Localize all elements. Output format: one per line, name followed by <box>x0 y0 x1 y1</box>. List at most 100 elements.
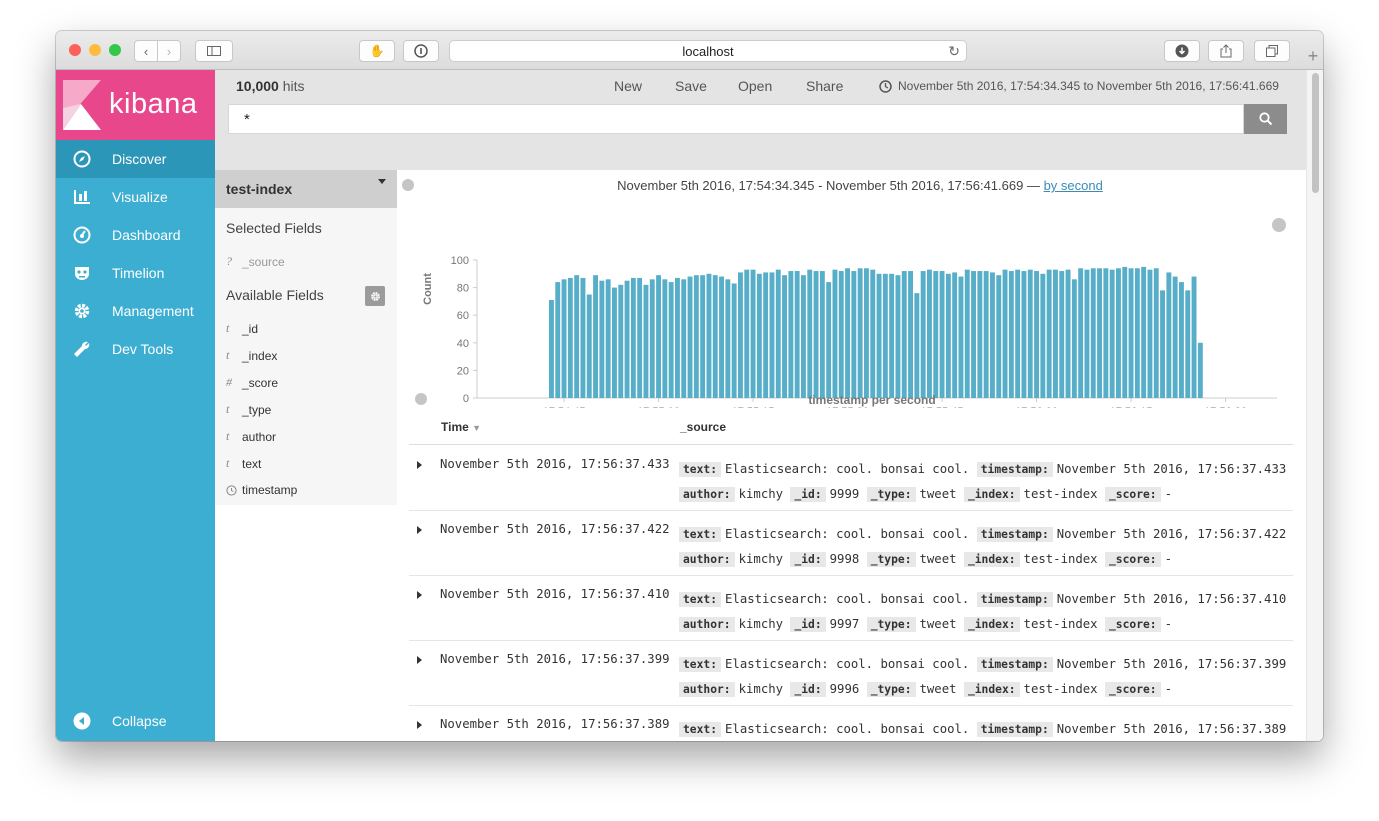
histogram-bar[interactable] <box>1015 269 1021 398</box>
histogram-bar[interactable] <box>1021 271 1027 398</box>
histogram-bar[interactable] <box>927 269 932 398</box>
nav-discover[interactable]: Discover <box>56 140 215 178</box>
address-bar[interactable]: localhost ↻ <box>449 40 967 62</box>
histogram-bar[interactable] <box>1059 271 1065 398</box>
histogram-bar[interactable] <box>656 275 661 398</box>
histogram-bar[interactable] <box>1071 279 1077 398</box>
histogram-bar[interactable] <box>826 282 832 398</box>
histogram-bar[interactable] <box>933 271 939 398</box>
histogram-bar[interactable] <box>782 275 787 398</box>
field-item[interactable]: t _index <box>226 348 277 363</box>
menu-new-link[interactable]: New <box>614 78 642 94</box>
histogram-bar[interactable] <box>1128 268 1134 398</box>
tabs-overview-button[interactable] <box>1254 40 1290 62</box>
histogram-bar[interactable] <box>725 279 731 398</box>
histogram-bar[interactable] <box>630 277 636 398</box>
histogram-bar[interactable] <box>1191 276 1197 398</box>
histogram-bar[interactable] <box>643 284 649 398</box>
histogram-bar[interactable] <box>801 275 806 398</box>
histogram-bar[interactable] <box>1008 271 1014 398</box>
histogram-bar[interactable] <box>882 273 888 398</box>
histogram-bar[interactable] <box>857 268 863 398</box>
histogram-bar[interactable] <box>914 293 920 398</box>
search-button[interactable] <box>1244 104 1287 134</box>
histogram-bar[interactable] <box>813 271 819 398</box>
collapse-histogram-button[interactable] <box>415 393 427 405</box>
histogram-bar[interactable] <box>693 275 699 398</box>
histogram-bar[interactable] <box>1179 282 1184 398</box>
histogram-bar[interactable] <box>1078 268 1084 398</box>
minimize-window-button[interactable] <box>89 44 101 56</box>
field-item[interactable]: t _id <box>226 321 258 336</box>
histogram-bar[interactable] <box>939 271 945 398</box>
histogram-bar[interactable] <box>1153 268 1159 398</box>
histogram-bar[interactable] <box>555 282 561 398</box>
info-extension-button[interactable] <box>403 40 439 62</box>
expand-row-caret-icon[interactable] <box>417 526 422 534</box>
histogram-bar[interactable] <box>1185 290 1191 398</box>
histogram-bar[interactable] <box>567 277 573 398</box>
histogram-bar[interactable] <box>738 272 743 398</box>
menu-save-link[interactable]: Save <box>675 78 707 94</box>
histogram-bar[interactable] <box>1116 268 1121 398</box>
histogram-bar[interactable] <box>958 276 964 398</box>
histogram-bar[interactable] <box>599 280 605 398</box>
histogram-bar[interactable] <box>580 277 586 398</box>
histogram-bar[interactable] <box>756 273 762 398</box>
histogram-bar[interactable] <box>605 279 611 398</box>
expand-row-caret-icon[interactable] <box>417 721 422 729</box>
histogram-bar[interactable] <box>1172 276 1178 398</box>
sidebar-toggle-button[interactable] <box>195 40 233 62</box>
histogram-bar[interactable] <box>895 275 901 398</box>
forward-button[interactable]: › <box>157 40 181 62</box>
histogram-bar[interactable] <box>681 279 687 398</box>
histogram-bar[interactable] <box>586 294 592 399</box>
histogram-bar[interactable] <box>637 277 643 398</box>
collapse-sidebar-button[interactable]: Collapse <box>56 702 215 740</box>
histogram-bar[interactable] <box>700 275 706 398</box>
histogram-bar[interactable] <box>864 268 869 398</box>
field-item[interactable]: # _score <box>226 375 278 390</box>
field-item[interactable]: t _type <box>226 402 271 417</box>
histogram-bar[interactable] <box>574 275 580 398</box>
nav-dev-tools[interactable]: Dev Tools <box>56 330 215 368</box>
histogram-bar[interactable] <box>920 271 926 398</box>
histogram-bar[interactable] <box>851 271 857 398</box>
histogram-bar[interactable] <box>769 272 775 398</box>
expand-row-caret-icon[interactable] <box>417 656 422 664</box>
expand-row-caret-icon[interactable] <box>417 591 422 599</box>
nav-dashboard[interactable]: Dashboard <box>56 216 215 254</box>
histogram-bar[interactable] <box>1122 266 1128 398</box>
histogram-bar[interactable] <box>593 275 598 398</box>
histogram-bar[interactable] <box>1141 266 1147 398</box>
histogram-bar[interactable] <box>744 269 750 398</box>
search-input[interactable]: * <box>228 104 1244 134</box>
menu-share-link[interactable]: Share <box>806 78 843 94</box>
histogram-bar[interactable] <box>1103 268 1109 398</box>
histogram-bar[interactable] <box>996 275 1002 398</box>
back-button[interactable]: ‹ <box>134 40 158 62</box>
field-item[interactable]: t text <box>226 456 261 471</box>
histogram-bar[interactable] <box>662 279 668 398</box>
downloads-button[interactable] <box>1164 40 1200 62</box>
field-item[interactable]: t author <box>226 429 276 444</box>
evernote-extension-button[interactable]: ✋ <box>359 40 395 62</box>
histogram-bar[interactable] <box>549 300 554 398</box>
histogram-bar[interactable] <box>1065 269 1071 398</box>
nav-management[interactable]: Management <box>56 292 215 330</box>
histogram-bar[interactable] <box>763 272 769 398</box>
histogram-bar[interactable] <box>649 279 655 398</box>
index-pattern-selector[interactable]: test-index <box>215 170 397 208</box>
histogram-bar[interactable] <box>1040 273 1046 398</box>
share-button[interactable] <box>1208 40 1244 62</box>
histogram-bar[interactable] <box>1166 272 1172 398</box>
histogram-bar[interactable] <box>1053 269 1058 398</box>
field-item[interactable]: timestamp <box>226 483 297 497</box>
histogram-bar[interactable] <box>794 271 800 398</box>
histogram-bar[interactable] <box>1046 269 1052 398</box>
reload-icon[interactable]: ↻ <box>948 43 960 60</box>
selected-field-source[interactable]: ? _source <box>226 254 285 269</box>
histogram-bar[interactable] <box>731 283 737 398</box>
histogram-bar[interactable] <box>870 269 876 398</box>
time-picker-link[interactable]: November 5th 2016, 17:54:34.345 to Novem… <box>879 79 1279 93</box>
